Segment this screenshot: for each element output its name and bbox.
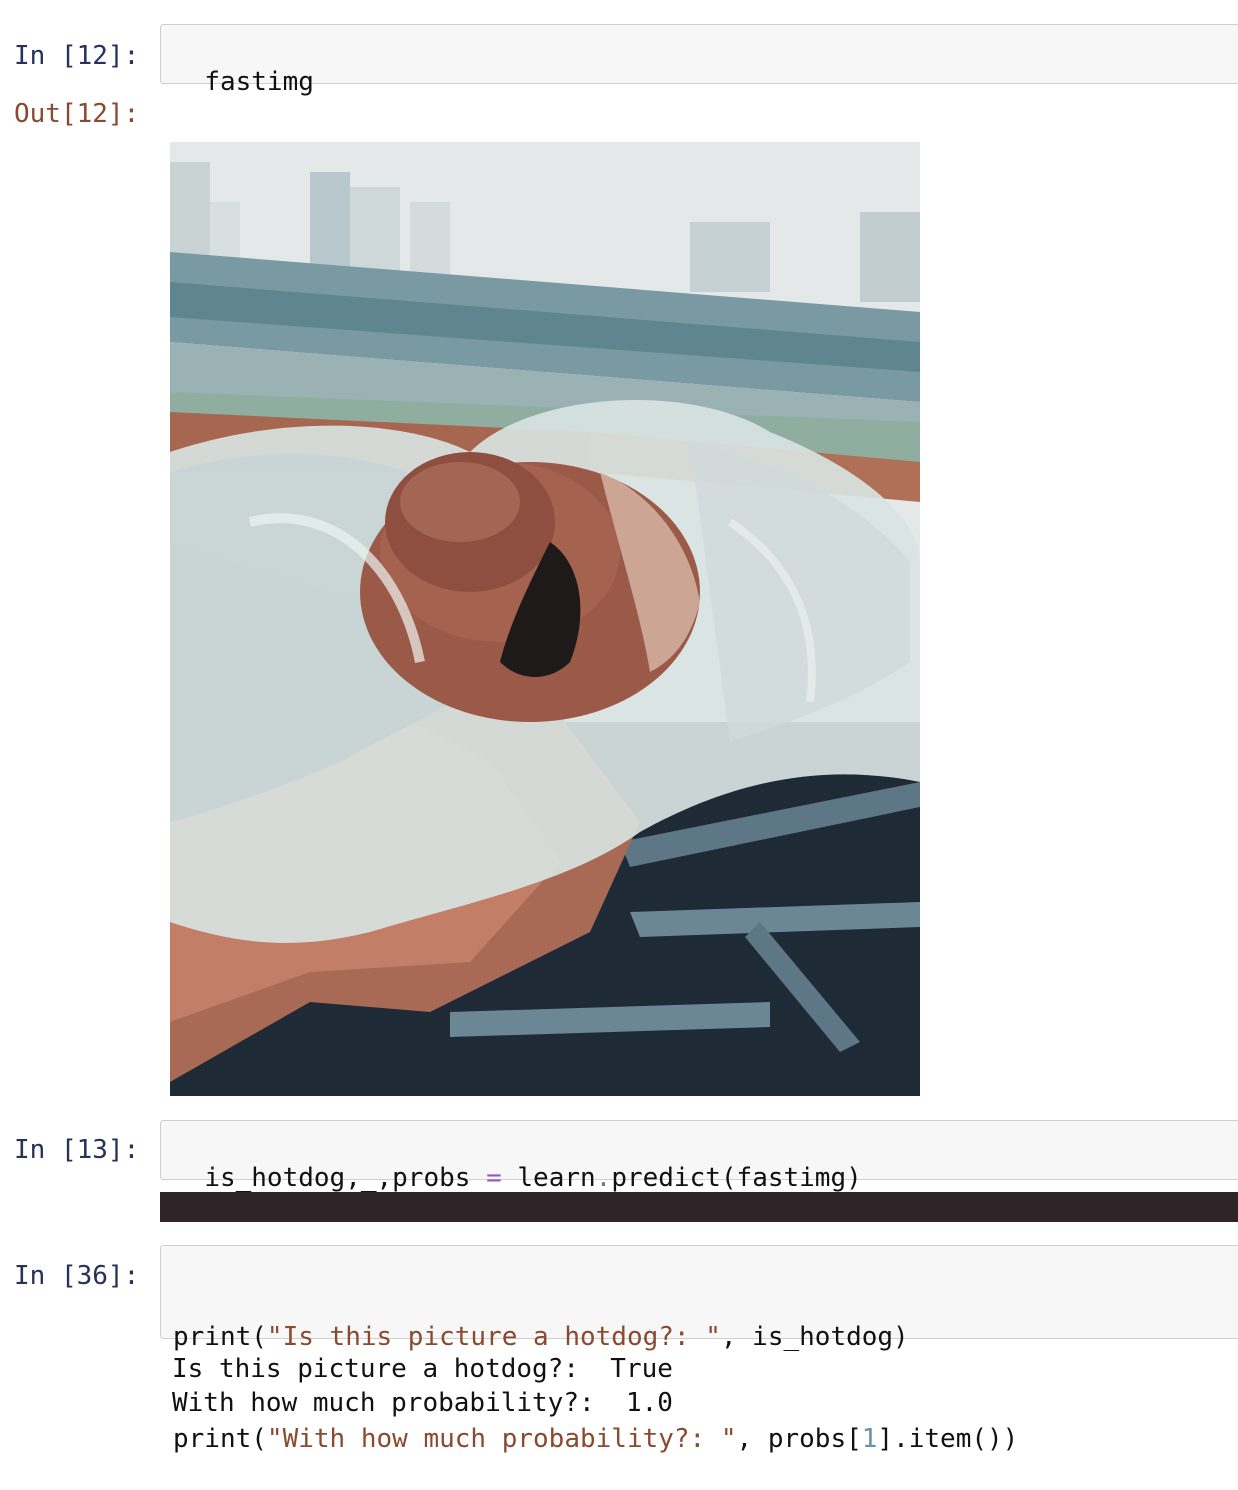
code-rhs-object: learn bbox=[501, 1163, 596, 1193]
output-prompt-12: Out[12]: bbox=[14, 99, 140, 129]
stderr-output-bar bbox=[160, 1192, 1238, 1222]
stdout-line-2: With how much probability?: 1.0 bbox=[172, 1388, 673, 1418]
hotdog-photo-icon bbox=[170, 142, 920, 1096]
hotdog-photo-output bbox=[170, 142, 920, 1096]
code-cell-36[interactable]: print("Is this picture a hotdog?: ", is_… bbox=[160, 1245, 1238, 1454]
print-args: , probs[ bbox=[736, 1424, 862, 1454]
code-lhs: is_hotdog,_,probs bbox=[204, 1163, 487, 1193]
code-line-2: print("With how much probability?: ", pr… bbox=[173, 1422, 1237, 1456]
index-number: 1 bbox=[861, 1424, 878, 1454]
print-args: , is_hotdog) bbox=[720, 1322, 909, 1352]
code-cell-13[interactable]: is_hotdog,_,probs = learn.predict(fastim… bbox=[160, 1120, 1238, 1193]
code-cell-12[interactable]: fastimg bbox=[160, 24, 1238, 97]
input-prompt-13: In [13]: bbox=[14, 1135, 140, 1165]
print-args: ].item()) bbox=[877, 1424, 1019, 1454]
code-dot: . bbox=[595, 1163, 612, 1193]
code-assign-operator: = bbox=[486, 1163, 502, 1193]
code-line: fastimg bbox=[204, 67, 314, 97]
input-prompt-36: In [36]: bbox=[14, 1261, 140, 1291]
code-rhs-call: predict(fastimg) bbox=[611, 1163, 862, 1193]
string-literal: "Is this picture a hotdog?: " bbox=[266, 1322, 721, 1352]
print-call: print( bbox=[173, 1424, 267, 1454]
string-literal: "With how much probability?: " bbox=[266, 1424, 737, 1454]
code-line-1: print("Is this picture a hotdog?: ", is_… bbox=[173, 1320, 1237, 1354]
print-call: print( bbox=[173, 1322, 267, 1352]
stdout-line-1: Is this picture a hotdog?: True bbox=[172, 1354, 673, 1384]
input-prompt-12: In [12]: bbox=[14, 41, 140, 71]
